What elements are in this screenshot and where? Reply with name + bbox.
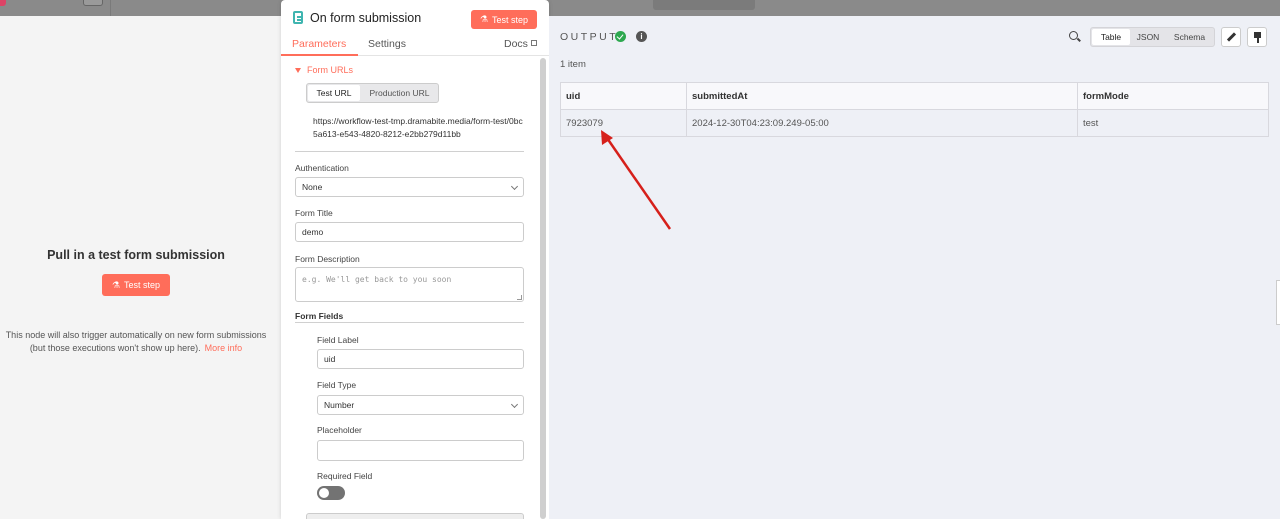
view-schema-option[interactable]: Schema — [1165, 28, 1214, 46]
form-icon — [293, 11, 303, 24]
production-url-option[interactable]: Production URL — [361, 84, 438, 102]
test-step-button[interactable]: ⚗ Test step — [102, 274, 170, 296]
view-mode-toggle: Table JSON Schema — [1090, 27, 1215, 47]
trigger-note-line1: This node will also trigger automaticall… — [5, 330, 267, 340]
placeholder-input[interactable] — [317, 440, 524, 461]
item-count: 1 item — [560, 59, 586, 70]
trigger-note-line2: (but those executions won't show up here… — [29, 342, 201, 353]
tab-settings[interactable]: Settings — [368, 38, 406, 50]
node-title: On form submission — [310, 11, 422, 25]
form-title-value: demo — [302, 227, 324, 237]
required-field-toggle[interactable] — [317, 486, 345, 500]
trigger-note: This node will also trigger automaticall… — [0, 329, 272, 354]
form-urls-label: Form URLs — [307, 65, 354, 75]
field-type-label: Field Type — [317, 380, 357, 390]
external-link-icon — [530, 40, 537, 46]
authentication-label: Authentication — [295, 163, 349, 173]
field-label-input[interactable]: uid — [317, 349, 524, 369]
app-header-backdrop — [0, 0, 1280, 16]
chevron-down-icon — [510, 400, 519, 409]
column-header[interactable]: submittedAt — [686, 82, 1078, 110]
node-parameters-panel: On form submission ⚗ Test step Parameter… — [281, 0, 549, 519]
edit-output-button[interactable] — [1221, 27, 1241, 47]
placeholder-label: Placeholder — [317, 425, 362, 435]
output-panel: OUTPUT i Table JSON Schema 1 item uid su… — [549, 16, 1280, 519]
node-test-step-label: Test step — [492, 14, 529, 25]
header-divider — [110, 0, 111, 16]
section-divider — [295, 322, 524, 323]
docs-link[interactable]: Docs — [504, 38, 537, 50]
search-icon[interactable] — [1069, 31, 1078, 40]
table-cell[interactable]: 7923079 — [560, 109, 687, 137]
view-json-option[interactable]: JSON — [1131, 28, 1165, 46]
flask-icon: ⚗ — [111, 279, 121, 290]
chevron-down-icon — [510, 182, 519, 191]
form-url-text[interactable]: https://workflow-test-tmp.dramabite.medi… — [313, 115, 523, 140]
field-type-value: Number — [324, 400, 355, 410]
resize-handle-icon[interactable] — [517, 295, 522, 300]
panel-scrollbar[interactable] — [540, 58, 546, 519]
form-description-label: Form Description — [295, 254, 360, 264]
table-cell[interactable]: test — [1077, 109, 1269, 137]
column-header[interactable]: formMode — [1077, 82, 1269, 110]
output-title: OUTPUT — [560, 31, 619, 43]
authentication-value: None — [302, 182, 323, 192]
side-drawer-handle[interactable] — [1276, 280, 1280, 325]
form-description-placeholder: e.g. We'll get back to you soon — [302, 275, 452, 284]
url-type-toggle: Test URL Production URL — [306, 83, 439, 103]
output-table: uid submittedAt formMode 7923079 2024-12… — [560, 82, 1269, 137]
header-button[interactable] — [83, 0, 103, 6]
pin-data-button[interactable] — [1247, 27, 1267, 47]
input-panel: Pull in a test form submission ⚗ Test st… — [0, 16, 281, 519]
form-description-textarea[interactable]: e.g. We'll get back to you soon — [295, 267, 524, 302]
section-divider — [295, 151, 524, 152]
node-header: On form submission ⚗ Test step — [281, 0, 549, 36]
view-table-option[interactable]: Table — [1092, 29, 1130, 45]
required-field-label: Required Field — [317, 471, 373, 481]
header-indicator — [0, 0, 6, 6]
input-panel-title: Pull in a test form submission — [47, 248, 225, 262]
flask-icon: ⚗ — [479, 14, 489, 24]
node-tabs: Parameters Settings Docs — [281, 36, 549, 56]
form-title-label: Form Title — [295, 208, 333, 218]
header-tabs[interactable] — [653, 0, 755, 10]
test-step-label: Test step — [124, 280, 161, 290]
docs-label: Docs — [504, 38, 528, 50]
field-type-select[interactable]: Number — [317, 395, 524, 415]
column-header[interactable]: uid — [560, 82, 687, 110]
form-title-input[interactable]: demo — [295, 222, 524, 242]
more-info-link[interactable]: More info — [205, 343, 243, 353]
caret-down-icon — [295, 68, 301, 74]
authentication-select[interactable]: None — [295, 177, 524, 197]
table-cell[interactable]: 2024-12-30T04:23:09.249-05:00 — [686, 109, 1078, 137]
table-row: 7923079 2024-12-30T04:23:09.249-05:00 te… — [560, 109, 1269, 137]
success-check-icon — [615, 31, 626, 42]
form-fields-label: Form Fields — [295, 311, 344, 321]
test-url-option[interactable]: Test URL — [308, 85, 360, 101]
add-field-area[interactable] — [306, 513, 524, 519]
field-label-value: uid — [324, 354, 336, 364]
table-header-row: uid submittedAt formMode — [560, 82, 1269, 110]
tab-parameters[interactable]: Parameters — [292, 38, 346, 50]
info-icon[interactable]: i — [636, 31, 647, 42]
form-urls-section-toggle[interactable]: Form URLs — [295, 65, 353, 75]
field-label-label: Field Label — [317, 335, 359, 345]
active-tab-indicator — [281, 54, 358, 56]
node-test-step-button[interactable]: ⚗ Test step — [471, 10, 537, 29]
